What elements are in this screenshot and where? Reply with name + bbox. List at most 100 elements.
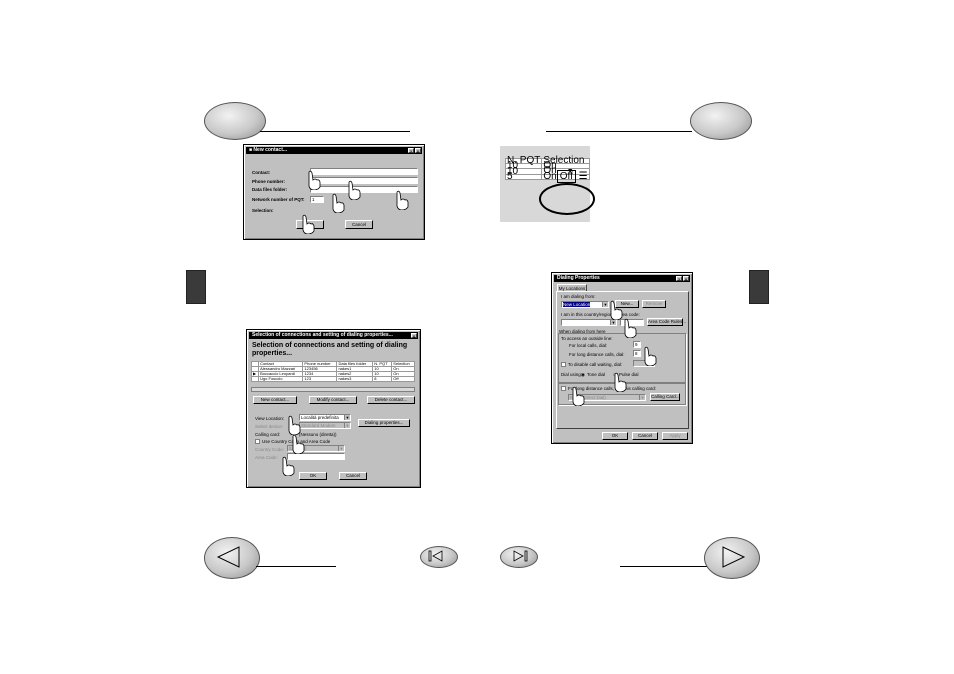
long-calls-input[interactable]: 8 — [633, 350, 641, 357]
device-select[interactable]: Standard Modem ▼ — [299, 422, 351, 429]
footer-rule-left — [256, 566, 336, 567]
row-indicator — [250, 376, 260, 382]
title-bar: Selection of connections and setting of … — [249, 332, 418, 339]
help-button[interactable]: ? — [676, 276, 682, 282]
country-label: I am in this country/region: — [561, 312, 614, 317]
help-button[interactable]: ? — [408, 148, 414, 154]
chevron-down-icon[interactable]: ▼ — [344, 423, 350, 428]
dial-using-label: Dial using: — [561, 372, 583, 377]
country-select[interactable]: ▼ — [561, 319, 617, 326]
header-rule-right — [546, 131, 692, 132]
pqt-label: Network number of PQT: — [252, 197, 305, 202]
skip-back-icon — [428, 550, 443, 562]
chevron-down-icon[interactable]: ▼ — [338, 446, 344, 451]
triangle-left-icon — [216, 546, 240, 568]
grid-cell-pqt: 5 — [504, 172, 543, 182]
disable-waiting-checkbox[interactable] — [561, 362, 566, 367]
pqt-input[interactable]: 1 — [310, 196, 324, 203]
dialog-title: Dialing Properties — [557, 275, 600, 281]
grid-cell-selection[interactable]: On Off ☰ — [541, 170, 590, 183]
remove-location-button[interactable]: Remove — [642, 300, 666, 308]
pointer-hand-icon — [614, 372, 627, 392]
use-country-checkbox[interactable] — [255, 439, 260, 444]
cell: 8 — [372, 376, 393, 382]
grid-dropdown-value[interactable]: Off — [556, 170, 576, 183]
ok-button[interactable]: OK — [299, 472, 327, 480]
dialing-properties-dialog: Dialing Properties ? X My Locations I am… — [551, 272, 693, 444]
device-value: Standard Modem — [301, 423, 336, 428]
highlight-circle — [539, 183, 595, 215]
cell: Off — [391, 376, 415, 382]
pointer-hand-icon — [610, 300, 623, 320]
delete-contact-button[interactable]: Delete contact... — [367, 396, 415, 404]
grid-edit-prefix: On — [543, 171, 557, 182]
table-row[interactable]: Ugo Foscolo 123 nakes3 8 Off — [250, 376, 415, 382]
header-pill-left — [204, 102, 266, 140]
contacts-table: Contact Phone number Data files folder N… — [250, 361, 415, 382]
cancel-button[interactable]: Cancel — [345, 220, 373, 229]
selection-heading: Selection of connections and setting of … — [252, 342, 408, 357]
title-bar: ■ New contact... ? X — [246, 147, 422, 154]
cancel-button[interactable]: Cancel — [632, 432, 658, 440]
close-button[interactable]: X — [683, 276, 689, 282]
skip-forward-icon — [513, 550, 528, 562]
title-bar: Dialing Properties ? X — [554, 275, 690, 282]
dialing-from-label: I am dialing from: — [561, 294, 596, 299]
cell: nakes3 — [336, 376, 374, 382]
view-location-label: View Location: — [255, 416, 285, 421]
pointer-hand-icon — [292, 434, 305, 454]
header-pill-right — [690, 102, 752, 140]
long-calls-label: For long distance calls, dial: — [569, 352, 625, 357]
selection-label: Selection: — [252, 208, 274, 213]
contact-label: Contact: — [252, 170, 271, 175]
pointer-hand-icon — [396, 190, 409, 210]
cell: 123 — [302, 376, 338, 382]
chevron-down-icon[interactable]: ▼ — [344, 415, 350, 420]
dropdown-list-icon: ☰ — [575, 171, 588, 182]
dialing-properties-button[interactable]: Dialing properties... — [358, 419, 410, 427]
calling-card-label: Calling card: — [255, 432, 281, 437]
chevron-down-icon[interactable]: ▼ — [610, 320, 616, 325]
side-tab-right — [749, 270, 769, 304]
country-code-label: Country Code: — [255, 447, 285, 452]
modify-contact-button[interactable]: Modify contact... — [309, 396, 357, 404]
local-calls-input[interactable]: 9 — [633, 341, 641, 348]
ok-button[interactable]: OK — [602, 432, 628, 440]
pointer-hand-icon — [624, 318, 637, 338]
apply-button[interactable]: Apply — [662, 432, 688, 440]
dialing-from-select[interactable]: New Location ▼ — [561, 301, 609, 308]
cancel-button[interactable]: Cancel — [339, 472, 367, 480]
local-calls-label: For local calls, dial: — [569, 343, 608, 348]
data-folder-label: Data files folder: — [252, 187, 288, 192]
pointer-hand-icon — [644, 346, 657, 366]
table-row: 5 On Off ☰ — [504, 170, 590, 183]
horizontal-scrollbar[interactable] — [251, 387, 415, 392]
contact-input[interactable] — [310, 168, 418, 175]
dialog-title: Selection of connections and setting of … — [252, 332, 393, 338]
pointer-hand-icon — [288, 415, 301, 435]
tone-dial-label: Tone dial — [587, 372, 606, 377]
close-button[interactable]: X — [415, 148, 421, 154]
chevron-down-icon[interactable]: ▼ — [639, 395, 645, 400]
view-location-select[interactable]: Località predefinita ▼ — [299, 414, 351, 421]
phone-input[interactable] — [310, 177, 418, 184]
footer-rule-right — [620, 566, 708, 567]
area-code-rules-button[interactable]: Area Code Rules... — [647, 318, 686, 326]
close-button[interactable]: X — [411, 333, 417, 339]
select-device-label: Select device: — [255, 424, 284, 429]
calling-card-button[interactable]: Calling Card... — [650, 393, 680, 401]
header-rule-left — [260, 131, 410, 132]
new-contact-button[interactable]: New contact... — [253, 396, 297, 404]
pointer-hand-icon — [572, 386, 585, 406]
cell: Ugo Foscolo — [258, 376, 304, 382]
phone-label: Phone number: — [252, 179, 286, 184]
view-location-value: Località predefinita — [301, 415, 339, 420]
tone-radio-icon[interactable]: ◉ — [581, 372, 585, 378]
pointer-hand-icon — [332, 193, 345, 213]
selection-dialog: Selection of connections and setting of … — [246, 329, 421, 488]
dialing-from-value: New Location — [563, 302, 591, 307]
triangle-right-icon — [722, 546, 746, 568]
area-code-label: Area Code: — [255, 455, 278, 460]
grid-zoom-table: N. PQT Selection 10 On 10 On ▼ 5 On Off ☰ — [504, 156, 590, 183]
calling-card-checkbox[interactable] — [561, 386, 566, 391]
